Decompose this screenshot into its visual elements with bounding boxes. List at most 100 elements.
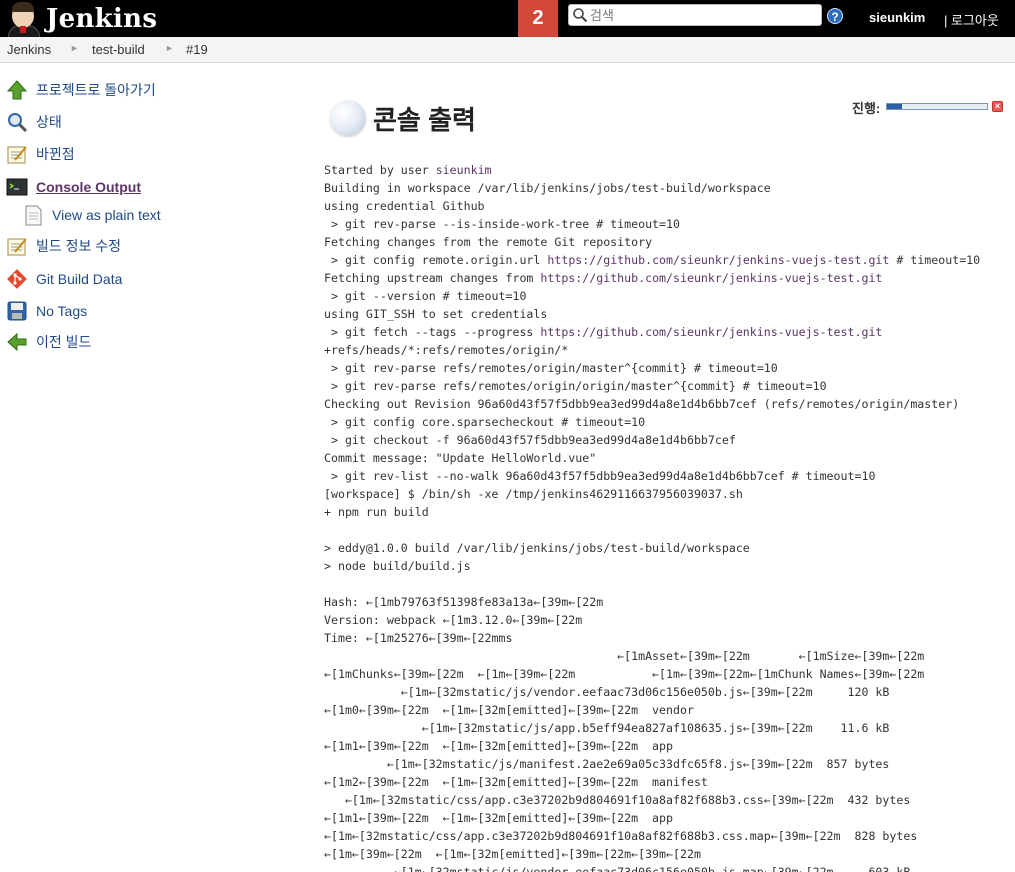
breadcrumb: Jenkins ► test-build ► #19 [0, 37, 1015, 63]
console-line: Commit message: "Update HelloWorld.vue" [324, 449, 1004, 467]
sidebar-item-previous-build[interactable]: 이전 빌드 [6, 330, 91, 354]
logout-link[interactable]: | 로그아웃 [944, 10, 999, 29]
console-line-text: Fetching changes from the remote Git rep… [324, 235, 653, 249]
console-link[interactable]: https://github.com/sieunkr/jenkins-vuejs… [540, 271, 882, 285]
terminal-icon [6, 178, 28, 196]
console-line-text: ←[1m←[32mstatic/js/manifest.2ae2e69a05c3… [324, 757, 890, 771]
search-box [568, 4, 822, 26]
console-line: ←[1m1←[39m←[22m ←[1m←[32m[emitted]←[39m←… [324, 737, 1004, 755]
help-icon[interactable]: ? [827, 8, 843, 24]
console-line: ←[1m←[39m←[22m ←[1m←[32m[emitted]←[39m←[… [324, 845, 1004, 863]
console-line-text: > git config remote.origin.url [324, 253, 548, 267]
console-line-text: ←[1m←[32mstatic/js/app.b5eff94ea827af108… [324, 721, 890, 735]
console-ball-icon [330, 100, 366, 136]
console-line: ←[1m←[32mstatic/css/app.c3e37202b9d80469… [324, 791, 1004, 809]
console-link[interactable]: https://github.com/sieunkr/jenkins-vuejs… [540, 325, 882, 339]
console-line-text: # timeout=10 [889, 253, 981, 267]
git-icon [7, 269, 27, 289]
console-line-text: Started by user [324, 163, 436, 177]
sidebar-item-status[interactable]: 상태 [6, 110, 62, 134]
sidebar-item-no-tags[interactable]: No Tags [6, 299, 87, 323]
console-line: > git rev-parse refs/remotes/origin/mast… [324, 359, 1004, 377]
console-line: > git config core.sparsecheckout # timeo… [324, 413, 1004, 431]
sidebar-item-back-to-project[interactable]: 프로젝트로 돌아가기 [6, 78, 156, 102]
console-line-text: ←[1mAsset←[39m←[22m ←[1mSize←[39m←[22m [324, 649, 925, 663]
sidebar-item-changes[interactable]: 바뀐점 [6, 142, 75, 166]
console-output: Started by user sieunkim Building in work… [324, 161, 1004, 872]
jenkins-logo[interactable]: Jenkins [4, 0, 157, 41]
breadcrumb-build[interactable]: #19 [186, 42, 208, 57]
stop-build-button[interactable]: × [992, 101, 1003, 112]
console-link[interactable]: https://github.com/sieunkr/jenkins-vuejs… [547, 253, 889, 267]
notepad-edit-icon [7, 238, 27, 256]
sidebar-item-label: No Tags [36, 303, 88, 319]
console-line-text: ←[1m←[32mstatic/css/app.c3e37202b9d80469… [324, 829, 918, 843]
console-line: > git fetch --tags --progress https://gi… [324, 323, 1004, 341]
sidebar-item-label: 이전 빌드 [36, 334, 92, 350]
notepad-icon [7, 146, 27, 164]
progress-fill [887, 104, 902, 109]
console-line: ←[1m0←[39m←[22m ←[1m←[32m[emitted]←[39m←… [324, 701, 1004, 719]
document-icon [25, 205, 42, 226]
console-line: Hash: ←[1mb79763f51398fe83a13a←[39m←[22m [324, 593, 1004, 611]
sidebar-item-git-build-data[interactable]: Git Build Data [6, 267, 122, 291]
console-line-text: Fetching upstream changes from [324, 271, 541, 285]
save-icon [7, 301, 27, 321]
console-line: > git checkout -f 96a60d43f57f5dbb9ea3ed… [324, 431, 1004, 449]
sidebar-item-console-output[interactable]: Console Output [6, 175, 141, 199]
console-line-text: > git --version # timeout=10 [324, 289, 527, 303]
console-line-text: ←[1m2←[39m←[22m ←[1m←[32m[emitted]←[39m←… [324, 775, 708, 789]
console-line: Fetching changes from the remote Git rep… [324, 233, 1004, 251]
sidebar-item-label: 프로젝트로 돌아가기 [36, 82, 156, 98]
chevron-right-icon[interactable]: ► [165, 43, 174, 53]
sidebar-item-label: View as plain text [52, 207, 161, 223]
console-line-text: > eddy@1.0.0 build /var/lib/jenkins/jobs… [324, 541, 750, 555]
console-line-text: Version: webpack ←[1m3.12.0←[39m←[22m [324, 613, 583, 627]
console-line-text: using credential Github [324, 199, 485, 213]
console-line: ←[1m2←[39m←[22m ←[1m←[32m[emitted]←[39m←… [324, 773, 1004, 791]
search-input[interactable] [590, 6, 815, 24]
console-line-text: Checking out Revision 96a60d43f57f5dbb9e… [324, 397, 960, 411]
console-line-text: > git rev-parse refs/remotes/origin/mast… [324, 361, 778, 375]
sidebar-item-edit-build-info[interactable]: 빌드 정보 수정 [6, 234, 121, 258]
console-line-text: ←[1m←[32mstatic/js/vendor.eefaac73d06c15… [324, 685, 890, 699]
console-line: using GIT_SSH to set credentials [324, 305, 1004, 323]
console-line-text: > git rev-list --no-walk 96a60d43f57f5db… [324, 469, 876, 483]
console-line: + npm run build [324, 503, 1004, 521]
console-line-text: ←[1m←[39m←[22m ←[1m←[32m[emitted]←[39m←[… [324, 847, 701, 861]
console-line-text: ←[1m1←[39m←[22m ←[1m←[32m[emitted]←[39m←… [324, 739, 674, 753]
console-line: ←[1m←[32mstatic/js/vendor.eefaac73d06c15… [324, 863, 1004, 872]
console-line-text: +refs/heads/*:refs/remotes/origin/* [324, 343, 569, 357]
progress-label: 진행: [852, 101, 881, 116]
console-line-text: Time: ←[1m25276←[39m←[22mms [324, 631, 513, 645]
console-line-text: > git rev-parse refs/remotes/origin/orig… [324, 379, 827, 393]
breadcrumb-job[interactable]: test-build [92, 42, 145, 57]
sidebar-item-view-plain-text[interactable]: View as plain text [22, 203, 161, 227]
console-line: Checking out Revision 96a60d43f57f5dbb9e… [324, 395, 1004, 413]
console-line: ←[1m1←[39m←[22m ←[1m←[32m[emitted]←[39m←… [324, 809, 1004, 827]
breadcrumb-jenkins[interactable]: Jenkins [7, 42, 51, 57]
console-line: ←[1m←[32mstatic/js/manifest.2ae2e69a05c3… [324, 755, 1004, 773]
console-line-text: [workspace] $ /bin/sh -xe /tmp/jenkins46… [324, 487, 743, 501]
console-line-text: > node build/build.js [324, 559, 471, 573]
user-link[interactable]: sieunkim [869, 10, 925, 25]
page-title: 콘솔 출력 [373, 105, 476, 135]
console-line: ←[1m←[32mstatic/js/app.b5eff94ea827af108… [324, 719, 1004, 737]
console-line-text: Commit message: "Update HelloWorld.vue" [324, 451, 597, 465]
butler-icon [4, 0, 42, 41]
console-line-text: ←[1mChunks←[39m←[22m ←[1m←[39m←[22m ←[1m… [324, 667, 925, 681]
progress-bar [886, 103, 988, 110]
console-line-text: > git fetch --tags --progress [324, 325, 541, 339]
console-link[interactable]: sieunkim [436, 163, 492, 177]
console-line-text: ←[1m0←[39m←[22m ←[1m←[32m[emitted]←[39m←… [324, 703, 694, 717]
console-line: > git --version # timeout=10 [324, 287, 1004, 305]
chevron-right-icon[interactable]: ► [70, 43, 79, 53]
sidebar-item-label: 상태 [36, 114, 62, 130]
console-line-text: ←[1m1←[39m←[22m ←[1m←[32m[emitted]←[39m←… [324, 811, 674, 825]
console-line: > git rev-parse refs/remotes/origin/orig… [324, 377, 1004, 395]
up-arrow-icon [6, 80, 28, 100]
build-counter-badge[interactable]: 2 [518, 0, 558, 37]
console-line: > node build/build.js [324, 557, 1004, 575]
console-line-text: Building in workspace /var/lib/jenkins/j… [324, 181, 771, 195]
